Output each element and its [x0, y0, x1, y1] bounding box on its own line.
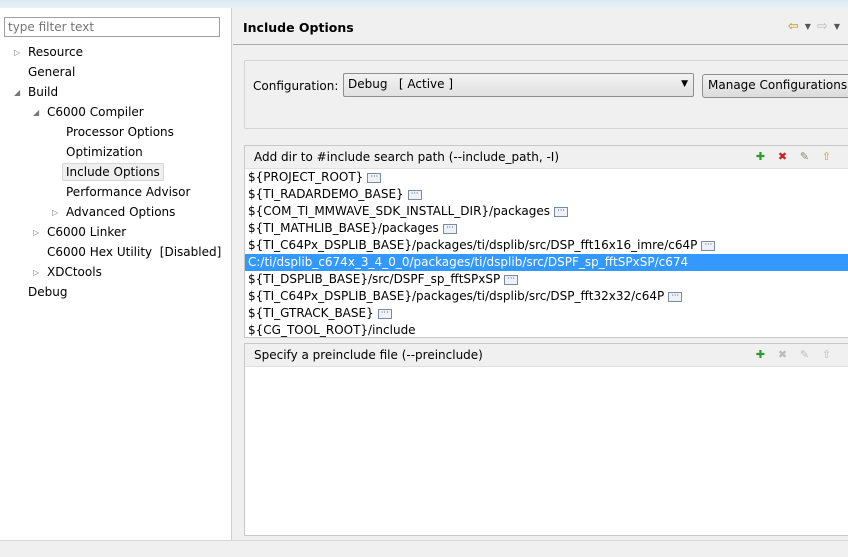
include-path-panel: Add dir to #include search path (--inclu… — [244, 145, 848, 338]
tree-item[interactable]: Debug — [28, 283, 67, 301]
include-path-text: ${PROJECT_ROOT} — [248, 170, 364, 184]
back-dropdown-icon[interactable]: ▼ — [805, 19, 811, 35]
tree-item[interactable]: Resource — [28, 43, 83, 61]
back-arrow-icon[interactable]: ⇦ — [788, 19, 799, 35]
configuration-group: Configuration: Debug [ Active ] ▼ Manage… — [244, 60, 848, 129]
include-path-toolbar: ✚ ✖ ✎ ⇧ — [753, 149, 834, 165]
include-path-text: C:/ti/dsplib_c674x_3_4_0_0/packages/ti/d… — [248, 255, 689, 269]
forward-dropdown-icon[interactable]: ▼ — [834, 19, 840, 35]
include-path-list: ${PROJECT_ROOT} ··· ${TI_RADARDEMO_BASE} ··… — [245, 169, 848, 339]
configuration-select[interactable]: Debug [ Active ] ▼ — [343, 73, 694, 97]
manage-configurations-button[interactable]: Manage Configurations... — [702, 74, 848, 98]
include-path-item[interactable]: ${CG_TOOL_ROOT}/include — [245, 322, 848, 339]
include-path-item[interactable]: ${TI_MATHLIB_BASE}/packages ··· — [245, 220, 848, 237]
include-path-item[interactable]: C:/ti/dsplib_c674x_3_4_0_0/packages/ti/d… — [245, 254, 848, 271]
browse-ellipsis-icon[interactable]: ··· — [367, 172, 382, 183]
tree-item[interactable]: Processor Options — [66, 123, 174, 141]
configuration-value: Debug [ Active ] — [348, 77, 454, 91]
browse-ellipsis-icon[interactable]: ··· — [504, 274, 519, 285]
include-path-item[interactable]: ${TI_C64Px_DSPLIB_BASE}/packages/ti/dspl… — [245, 288, 848, 305]
include-path-item[interactable]: ${TI_RADARDEMO_BASE} ··· — [245, 186, 848, 203]
main-panel: Include Options ⇦ ▼ ⇨ ▼ Configuration: D… — [233, 8, 848, 540]
collapse-arrow-icon[interactable]: ◢ — [14, 84, 20, 102]
bottom-bar — [0, 540, 848, 557]
preinclude-panel: Specify a preinclude file (--preinclude)… — [244, 343, 848, 536]
include-path-text: ${TI_C64Px_DSPLIB_BASE}/packages/ti/dspl… — [248, 289, 665, 303]
properties-sidebar: ▷ Resource General ◢ Build ◢ C6000 Compiler Pro… — [0, 8, 232, 540]
include-path-item[interactable]: ${TI_DSPLIB_BASE}/src/DSPF_sp_fftSPxSP ··… — [245, 271, 848, 288]
include-path-text: ${COM_TI_MMWAVE_SDK_INSTALL_DIR}/package… — [248, 204, 551, 218]
tree-item[interactable]: Include Options — [62, 163, 164, 181]
window-title-bar — [0, 0, 848, 8]
forward-arrow-icon[interactable]: ⇨ — [817, 19, 828, 35]
nav-buttons: ⇦ ▼ ⇨ ▼ — [788, 19, 840, 35]
include-path-text: ${TI_C64Px_DSPLIB_BASE}/packages/ti/dspl… — [248, 238, 698, 252]
add-icon[interactable]: ✚ — [753, 347, 768, 363]
tree-item[interactable]: C6000 Hex Utility [Disabled] — [47, 243, 221, 261]
include-path-item[interactable]: ${PROJECT_ROOT} ··· — [245, 169, 848, 186]
tree-item[interactable]: General — [28, 63, 75, 81]
include-path-text: ${TI_DSPLIB_BASE}/src/DSPF_sp_fftSPxSP — [248, 272, 501, 286]
include-path-text: ${TI_MATHLIB_BASE}/packages — [248, 221, 439, 235]
preinclude-header: Specify a preinclude file (--preinclude)… — [245, 344, 848, 367]
browse-ellipsis-icon[interactable]: ··· — [407, 189, 422, 200]
move-up-icon[interactable]: ⇧ — [819, 149, 834, 165]
include-path-header: Add dir to #include search path (--inclu… — [245, 146, 848, 169]
configuration-label: Configuration: — [253, 79, 339, 93]
filter-input[interactable] — [4, 17, 220, 37]
include-path-text: ${TI_GTRACK_BASE} — [248, 306, 374, 320]
include-path-text: ${CG_TOOL_ROOT}/include — [248, 323, 416, 337]
browse-ellipsis-icon[interactable]: ··· — [668, 291, 683, 302]
edit-icon: ✎ — [799, 348, 810, 361]
move-up-icon: ⇧ — [821, 348, 832, 361]
tree-item[interactable]: XDCtools — [47, 263, 102, 281]
page-title: Include Options — [243, 20, 354, 35]
browse-ellipsis-icon[interactable]: ··· — [377, 308, 392, 319]
include-path-item[interactable]: ${TI_C64Px_DSPLIB_BASE}/packages/ti/dspl… — [245, 237, 848, 254]
include-path-title: Add dir to #include search path (--inclu… — [254, 150, 560, 164]
add-icon[interactable]: ✚ — [753, 149, 768, 165]
tree-item[interactable]: C6000 Compiler — [47, 103, 144, 121]
chevron-down-icon: ▼ — [681, 79, 688, 89]
include-path-item[interactable]: ${TI_GTRACK_BASE} ··· — [245, 305, 848, 322]
edit-icon[interactable]: ✎ — [797, 149, 812, 165]
expand-arrow-icon[interactable]: ▷ — [33, 264, 39, 282]
expand-arrow-icon[interactable]: ▷ — [14, 44, 20, 62]
delete-icon[interactable]: ✖ — [775, 149, 790, 165]
tree-item[interactable]: Advanced Options — [66, 203, 175, 221]
tree-item[interactable]: C6000 Linker — [47, 223, 126, 241]
browse-ellipsis-icon[interactable]: ··· — [701, 240, 716, 251]
collapse-arrow-icon[interactable]: ◢ — [33, 104, 39, 122]
include-path-text: ${TI_RADARDEMO_BASE} — [248, 187, 404, 201]
tree-item[interactable]: Performance Advisor — [66, 183, 190, 201]
tree-item[interactable]: Build — [28, 83, 58, 101]
header-divider — [233, 44, 848, 45]
include-path-item[interactable]: ${COM_TI_MMWAVE_SDK_INSTALL_DIR}/package… — [245, 203, 848, 220]
expand-arrow-icon[interactable]: ▷ — [33, 224, 39, 242]
tree-item[interactable]: Optimization — [66, 143, 143, 161]
browse-ellipsis-icon[interactable]: ··· — [554, 206, 569, 217]
browse-ellipsis-icon[interactable]: ··· — [442, 223, 457, 234]
preinclude-title: Specify a preinclude file (--preinclude) — [254, 348, 483, 362]
delete-icon: ✖ — [777, 348, 788, 361]
expand-arrow-icon[interactable]: ▷ — [52, 204, 58, 222]
preinclude-toolbar: ✚ ✖ ✎ ⇧ — [753, 347, 834, 363]
